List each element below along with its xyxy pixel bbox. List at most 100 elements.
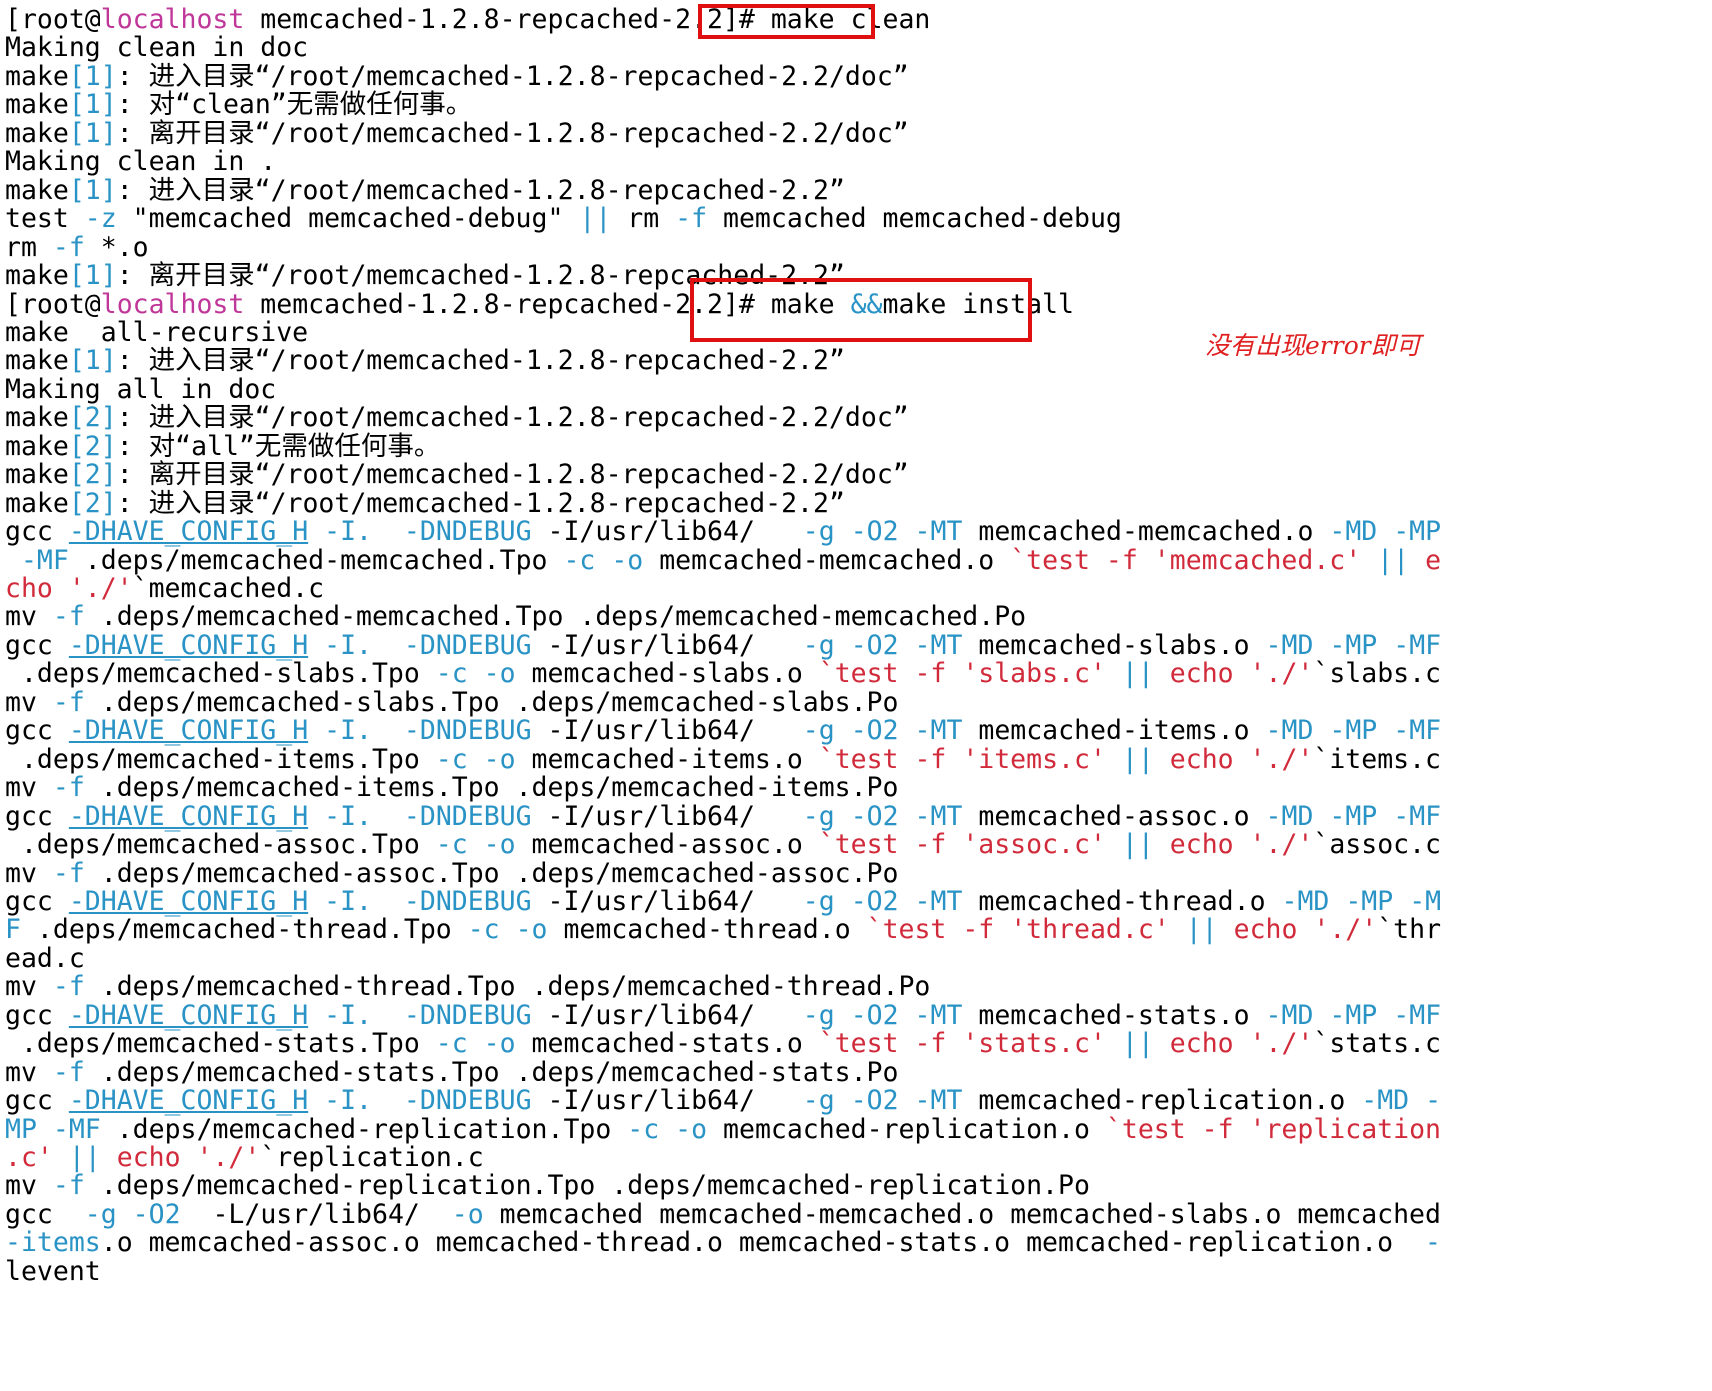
terminal-text: F (5, 914, 21, 946)
terminal-line: test -z "memcached memcached-debug" || r… (5, 203, 1122, 234)
terminal-text: -I/usr/lib64/ (531, 1085, 803, 1117)
terminal-text: -I. (324, 629, 372, 661)
terminal-text: -o (451, 1198, 484, 1230)
terminal-text: memcached-replication.o (962, 1085, 1362, 1117)
terminal-text: -o (675, 1113, 708, 1145)
terminal-text: levent (5, 1255, 101, 1287)
terminal-text: -o (483, 658, 516, 690)
terminal-line: .c' || echo './'`replication.c (5, 1142, 484, 1173)
terminal-text: -DNDEBUG (403, 715, 532, 747)
terminal-line: -MF .deps/memcached-memcached.Tpo -c -o … (5, 545, 1441, 576)
terminal-text: .deps/memcached-replication.Tpo .deps/me… (84, 1170, 1090, 1202)
terminal-text: : 离开目录“/root/memcached-1.2.8-repcached-2… (116, 117, 909, 149)
terminal-text: -MP (1329, 999, 1378, 1031)
terminal-text: -MT (914, 629, 963, 661)
terminal-text: -I. (324, 516, 372, 548)
terminal-text: mv (5, 971, 53, 1003)
terminal-text: -g (802, 800, 835, 832)
terminal-text: `items.c (1313, 743, 1442, 775)
terminal-line: mv -f .deps/memcached-slabs.Tpo .deps/me… (5, 687, 898, 718)
terminal-text: -MT (914, 999, 963, 1031)
terminal-text: [root@ (5, 4, 101, 35)
terminal-line: make[1]: 进入目录“/root/memcached-1.2.8-repc… (5, 175, 845, 206)
terminal-text: gcc (5, 715, 69, 747)
terminal-text: make (5, 345, 69, 377)
terminal-text: -MT (914, 800, 963, 832)
terminal-text: -items (5, 1227, 101, 1259)
terminal-text: gcc (5, 999, 69, 1031)
terminal-output[interactable]: [root@localhost memcached-1.2.8-repcache… (0, 0, 1712, 1391)
terminal-text: -o (611, 544, 644, 576)
terminal-text: .deps/memcached-slabs.Tpo .deps/memcache… (84, 686, 899, 718)
terminal-text: memcached-thread.o (962, 885, 1282, 917)
terminal-text: .c' (5, 1142, 53, 1173)
terminal-text: .deps/memcached-items.Tpo .deps/memcache… (84, 772, 899, 804)
terminal-line: gcc -DHAVE_CONFIG_H -I. -DNDEBUG -I/usr/… (5, 630, 1441, 661)
terminal-text: Making all in doc (5, 373, 277, 405)
terminal-text: -I. (324, 715, 372, 747)
terminal-text: -MD (1361, 1085, 1410, 1117)
terminal-text: : 进入目录“/root/memcached-1.2.8-repcached-2… (116, 174, 845, 206)
terminal-text: make (5, 430, 69, 462)
terminal-text: : 离开目录“/root/memcached-1.2.8-repcached-2… (116, 459, 909, 491)
terminal-line: rm -f *.o (5, 232, 149, 263)
terminal-text: -MD (1265, 715, 1314, 747)
terminal-line: mv -f .deps/memcached-replication.Tpo .d… (5, 1170, 1090, 1201)
terminal-text: -g (802, 715, 835, 747)
terminal-text: -MT (914, 516, 963, 548)
terminal-text: `test -f 'slabs.c' (818, 658, 1106, 690)
terminal-text: : 进入目录“/root/memcached-1.2.8-repcached-2… (116, 345, 845, 377)
terminal-text: .deps/memcached-assoc.Tpo (5, 829, 436, 861)
terminal-text: make (5, 487, 69, 519)
terminal-text: [1] (68, 60, 117, 92)
terminal-text: -DNDEBUG (403, 1085, 532, 1117)
terminal-text: -DNDEBUG (403, 516, 532, 548)
terminal-text: || (68, 1142, 101, 1173)
terminal-text: mv (5, 601, 53, 633)
terminal-text: `test -f 'replication (1105, 1113, 1441, 1145)
terminal-text: || (579, 203, 612, 235)
terminal-text: -g (802, 885, 835, 917)
terminal-text: -O2 (850, 715, 899, 747)
terminal-text: -DNDEBUG (403, 629, 532, 661)
terminal-line: make all-recursive (5, 317, 308, 348)
terminal-text: memcached-stats.o (962, 999, 1266, 1031)
terminal-text: `test -f 'items.c' (818, 743, 1106, 775)
terminal-text: `replication.c (260, 1142, 484, 1173)
terminal-text: memcached-memcached.o (643, 544, 1011, 576)
terminal-line: make[1]: 进入目录“/root/memcached-1.2.8-repc… (5, 61, 909, 92)
highlight-make-install (690, 278, 1032, 342)
terminal-text: -MP (1329, 800, 1378, 832)
terminal-line: gcc -DHAVE_CONFIG_H -I. -DNDEBUG -I/usr/… (5, 516, 1441, 547)
terminal-text: -DNDEBUG (403, 999, 532, 1031)
terminal-text: : 进入目录“/root/memcached-1.2.8-repcached-2… (116, 402, 909, 434)
terminal-text: -f (52, 231, 85, 263)
terminal-text: -f (675, 203, 708, 235)
terminal-text: echo './' (116, 1142, 261, 1173)
terminal-line: ead.c (5, 943, 85, 974)
terminal-line: mv -f .deps/memcached-stats.Tpo .deps/me… (5, 1057, 898, 1088)
terminal-text: -O2 (850, 999, 899, 1031)
terminal-text: -I. (324, 885, 372, 917)
terminal-text: -z (84, 203, 117, 235)
terminal-text: memcached-items.o (962, 715, 1266, 747)
terminal-text: -MD (1281, 885, 1330, 917)
terminal-text: -MP (1329, 715, 1378, 747)
terminal-text: "memcached memcached-debug" (116, 203, 580, 235)
